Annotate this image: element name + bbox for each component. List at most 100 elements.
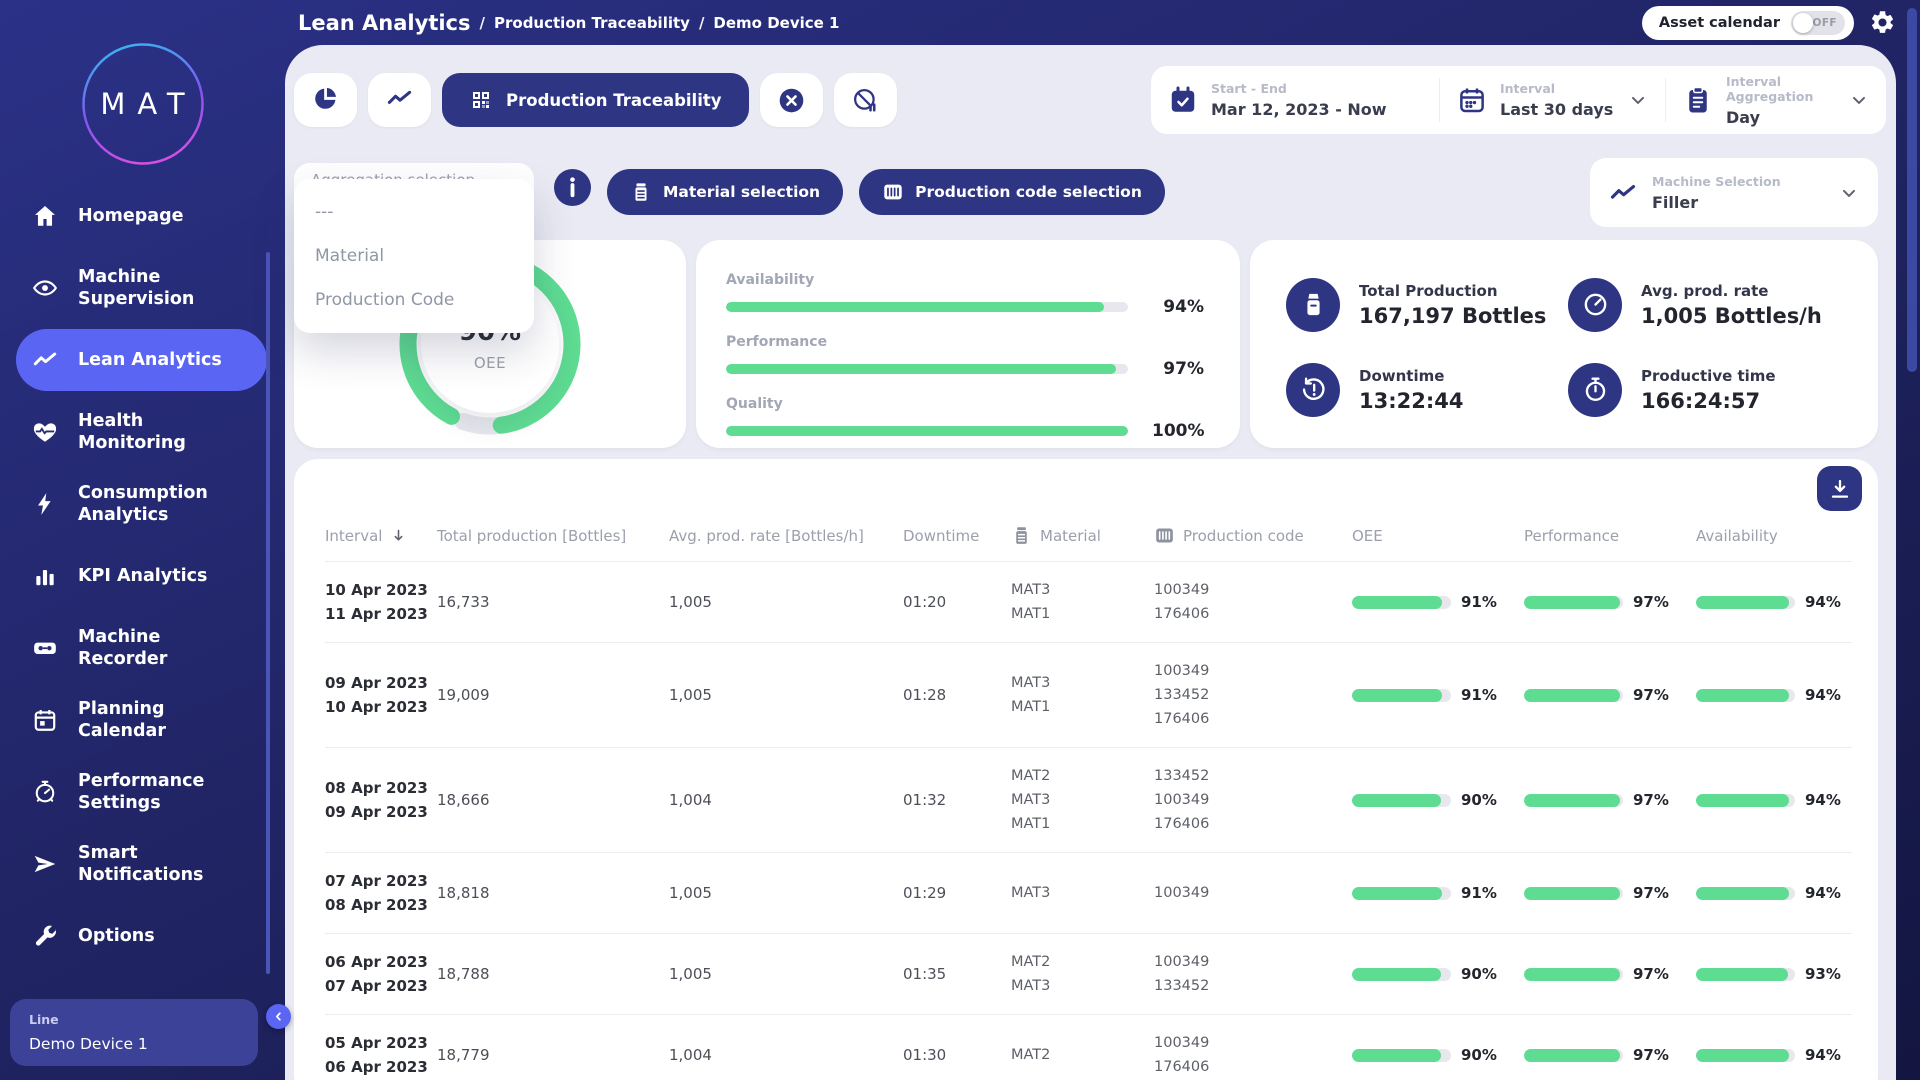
start-end-label: Start - End [1211,81,1387,96]
stat-item: Total Production 167,197 Bottles [1286,276,1568,333]
device-name: Demo Device 1 [29,1035,239,1053]
col-oee: OEE [1352,527,1524,545]
trend-view-button[interactable] [368,73,431,127]
device-card[interactable]: Line Demo Device 1 [10,999,258,1066]
start-end-value: Mar 12, 2023 - Now [1211,100,1387,119]
calendar-check-icon [1168,85,1198,115]
eye-icon [32,275,58,301]
cell-downtime: 01:28 [903,686,1011,704]
table-body: 10 Apr 202311 Apr 2023 16,733 1,005 01:2… [325,562,1852,1080]
sidebar-collapse-button[interactable] [266,1004,291,1029]
production-traceability-tab[interactable]: Production Traceability [442,73,749,127]
x-circle-icon [778,87,805,114]
sidebar-nav: Homepage Machine Supervision Lean Analyt… [0,185,285,967]
download-button[interactable] [1817,466,1862,511]
pie-chart-view-button[interactable] [294,73,357,127]
toggle-knob [1793,13,1813,33]
sidebar-item[interactable]: Performance Settings [16,761,267,823]
stat-item: Downtime 13:22:44 [1286,361,1568,418]
start-end-selector[interactable]: Start - End Mar 12, 2023 - Now [1151,78,1439,122]
clipboard-icon [1683,85,1713,115]
kpi-bar-fill [726,364,1116,374]
sidebar-item[interactable]: Consumption Analytics [16,473,267,535]
aggregation-dropdown-option[interactable]: Material [294,234,534,278]
interval-label: Interval [1500,81,1613,96]
info-button[interactable] [554,169,591,206]
stat-item: Productive time 166:24:57 [1568,361,1850,418]
app-root: MAT Homepage Machine Supervision Lean An… [0,0,1920,1080]
sidebar-item[interactable]: Planning Calendar [16,689,267,751]
aggregation-dropdown-option[interactable]: Production Code [294,278,534,322]
sidebar-item[interactable]: Smart Notifications [16,833,267,895]
hide-chart-button[interactable] [834,73,897,127]
col-material: Material [1011,525,1154,546]
asset-calendar-switch[interactable]: OFF [1791,11,1845,35]
sidebar-item[interactable]: Options [16,905,267,967]
stat-label: Avg. prod. rate [1641,282,1822,300]
sidebar-item[interactable]: Lean Analytics [16,329,267,391]
qr-code-icon [469,88,493,112]
cell-oee: 91% [1352,593,1524,611]
sidebar: MAT Homepage Machine Supervision Lean An… [0,0,285,1080]
kpi-bar-track [726,364,1128,374]
chevron-down-icon [1839,183,1859,203]
aggregation-selection-select[interactable]: Aggregation selection --- Material Produ… [294,163,534,215]
aggregation-dropdown-option[interactable]: --- [294,190,534,234]
clear-view-button[interactable] [760,73,823,127]
cell-production-codes: 100349176406 [1154,578,1352,626]
stat-label: Productive time [1641,367,1776,385]
cell-downtime: 01:29 [903,884,1011,902]
oee-label: OEE [474,354,506,372]
logo: MAT [0,0,285,185]
send-icon [32,851,58,877]
cell-performance: 97% [1524,884,1696,902]
sidebar-scrollbar[interactable] [266,252,270,974]
home-icon [32,203,58,229]
aggregation-dropdown-popup: --- Material Production Code [294,179,534,333]
table-header-row: Interval Total production [Bottles] Avg.… [325,525,1852,562]
machine-selection-select[interactable]: Machine Selection Filler [1590,158,1878,227]
topbar-right: Asset calendar OFF [1642,6,1896,40]
kpi-bar-row: 100% [726,421,1204,441]
kpi-bar-value: 97% [1152,359,1204,379]
cell-production-codes: 100349176406 [1154,1031,1352,1079]
mat-logo: MAT [81,42,205,166]
col-avg-prod-rate: Avg. prod. rate [Bottles/h] [669,527,903,545]
asset-calendar-toggle-pill[interactable]: Asset calendar OFF [1642,6,1854,40]
material-selection-button[interactable]: Material selection [607,169,843,215]
apq-bars-card: Availability 94% Performance [696,240,1240,448]
col-interval[interactable]: Interval [325,527,437,545]
cell-oee: 90% [1352,1046,1524,1064]
interval-aggregation-selector[interactable]: Interval Aggregation Day [1665,78,1886,122]
sidebar-item[interactable]: KPI Analytics [16,545,267,607]
production-traceability-label: Production Traceability [506,91,722,110]
sidebar-item[interactable]: Machine Supervision [16,257,267,319]
breadcrumb-section[interactable]: Production Traceability [494,14,690,32]
cell-performance: 97% [1524,1046,1696,1064]
traceability-table-card: Interval Total production [Bottles] Avg.… [294,459,1878,1080]
bolt-icon [32,491,58,517]
sidebar-item[interactable]: Homepage [16,185,267,247]
stat-value: 167,197 Bottles [1359,304,1546,328]
settings-gear-icon[interactable] [1869,9,1896,36]
breadcrumb-device[interactable]: Demo Device 1 [713,14,839,32]
cell-interval: 09 Apr 202310 Apr 2023 [325,671,437,719]
page-scrollbar[interactable] [1907,8,1917,372]
machine-selection-label: Machine Selection [1652,174,1781,189]
interval-selector[interactable]: Interval Last 30 days [1439,78,1665,122]
table-row: 07 Apr 202308 Apr 2023 18,818 1,005 01:2… [325,853,1852,934]
kpi-bar-group: Availability 94% [726,272,1204,317]
sidebar-item[interactable]: Machine Recorder [16,617,267,679]
cell-materials: MAT3 [1011,881,1154,905]
table-row: 05 Apr 202306 Apr 2023 18,779 1,004 01:3… [325,1015,1852,1080]
topbar: Lean Analytics / Production Traceability… [285,0,1896,45]
recorder-icon [32,635,58,661]
table-row: 10 Apr 202311 Apr 2023 16,733 1,005 01:2… [325,562,1852,643]
sidebar-item-label: KPI Analytics [78,565,207,587]
sort-descending-icon[interactable] [390,527,407,544]
table-row: 09 Apr 202310 Apr 2023 19,009 1,005 01:2… [325,643,1852,748]
logo-text: MAT [81,42,205,166]
sidebar-item[interactable]: Health Monitoring [16,401,267,463]
production-code-selection-button[interactable]: Production code selection [859,169,1165,215]
bars-icon [32,563,58,589]
